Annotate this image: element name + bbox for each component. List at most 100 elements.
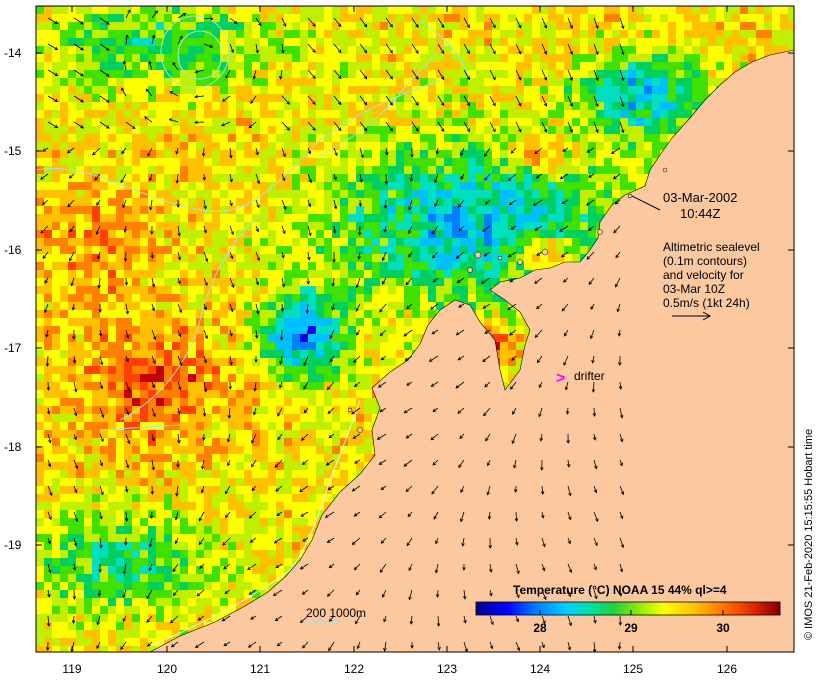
sst-cell <box>684 14 693 23</box>
sst-cell <box>76 294 85 303</box>
sst-cell <box>340 174 349 183</box>
sst-cell <box>268 206 277 215</box>
sst-cell <box>468 158 477 167</box>
sst-cell <box>716 14 725 23</box>
sst-cell <box>572 126 581 135</box>
sst-cell <box>644 6 653 15</box>
sst-cell <box>436 110 445 119</box>
sst-cell <box>300 166 309 175</box>
sst-cell <box>572 86 581 95</box>
sst-cell <box>484 86 493 95</box>
sst-cell <box>116 118 125 127</box>
sst-cell <box>148 118 157 127</box>
sst-cell <box>124 158 133 167</box>
sst-cell <box>572 134 581 143</box>
sst-cell <box>68 190 77 199</box>
sst-cell <box>196 62 205 71</box>
sst-cell <box>580 222 589 231</box>
sst-cell <box>596 14 605 23</box>
sst-cell <box>180 150 189 159</box>
sst-cell <box>572 230 581 239</box>
sst-cell <box>468 294 477 303</box>
sst-cell <box>516 62 525 71</box>
sst-cell <box>468 230 477 239</box>
sst-cell <box>508 310 517 319</box>
sst-cell <box>68 102 77 111</box>
sst-cell <box>260 6 269 15</box>
sst-cell <box>172 158 181 167</box>
sst-cell <box>412 118 421 127</box>
sst-cell <box>292 286 301 295</box>
sst-cell <box>524 6 533 15</box>
sst-cell <box>180 278 189 287</box>
sst-cell <box>100 254 109 263</box>
sst-cell <box>60 54 69 63</box>
sst-cell <box>396 30 405 39</box>
sst-cell <box>492 86 501 95</box>
sst-cell <box>500 310 509 319</box>
sst-cell <box>180 294 189 303</box>
sst-cell <box>340 286 349 295</box>
sst-cell <box>276 318 285 327</box>
sst-cell <box>524 78 533 87</box>
sst-cell <box>308 190 317 199</box>
sst-cell <box>52 150 61 159</box>
sst-cell <box>620 150 629 159</box>
sst-cell <box>380 294 389 303</box>
sst-cell <box>500 38 509 47</box>
sst-cell <box>100 278 109 287</box>
sst-cell <box>60 150 69 159</box>
sst-cell <box>308 366 317 375</box>
sst-cell <box>44 86 53 95</box>
sst-cell <box>156 358 165 367</box>
sst-cell <box>588 214 597 223</box>
sst-cell <box>636 78 645 87</box>
sst-cell <box>220 366 229 375</box>
sst-cell <box>260 326 269 335</box>
sst-cell <box>92 358 101 367</box>
sst-cell <box>468 206 477 215</box>
sst-cell <box>380 126 389 135</box>
sst-cell <box>36 174 45 183</box>
sst-cell <box>284 390 293 399</box>
sst-cell <box>36 366 45 375</box>
sst-cell <box>444 118 453 127</box>
sst-cell <box>612 86 621 95</box>
sst-cell <box>140 126 149 135</box>
sst-cell <box>332 134 341 143</box>
sst-cell <box>60 46 69 55</box>
sst-cell <box>36 350 45 359</box>
sst-cell <box>412 62 421 71</box>
sst-cell <box>580 14 589 23</box>
sst-cell <box>388 118 397 127</box>
sst-cell <box>332 246 341 255</box>
sst-cell <box>524 174 533 183</box>
sst-cell <box>68 110 77 119</box>
sst-cell <box>420 54 429 63</box>
sst-cell <box>356 262 365 271</box>
sst-cell <box>244 174 253 183</box>
sst-cell <box>524 22 533 31</box>
sst-cell <box>548 78 557 87</box>
sst-cell <box>116 54 125 63</box>
sst-cell <box>652 46 661 55</box>
sst-cell <box>700 38 709 47</box>
sst-cell <box>68 262 77 271</box>
sst-cell <box>300 406 309 415</box>
sst-cell <box>348 6 357 15</box>
sst-cell <box>348 374 357 383</box>
sst-cell <box>52 86 61 95</box>
sst-cell <box>228 38 237 47</box>
sst-cell <box>108 342 117 351</box>
sst-cell <box>572 246 581 255</box>
sst-cell <box>324 14 333 23</box>
sst-cell <box>444 126 453 135</box>
sst-cell <box>180 54 189 63</box>
sst-cell <box>308 134 317 143</box>
sst-cell <box>332 6 341 15</box>
sst-cell <box>308 390 317 399</box>
sst-cell <box>124 310 133 319</box>
sst-cell <box>36 190 45 199</box>
sst-cell <box>348 166 357 175</box>
sst-cell <box>60 278 69 287</box>
